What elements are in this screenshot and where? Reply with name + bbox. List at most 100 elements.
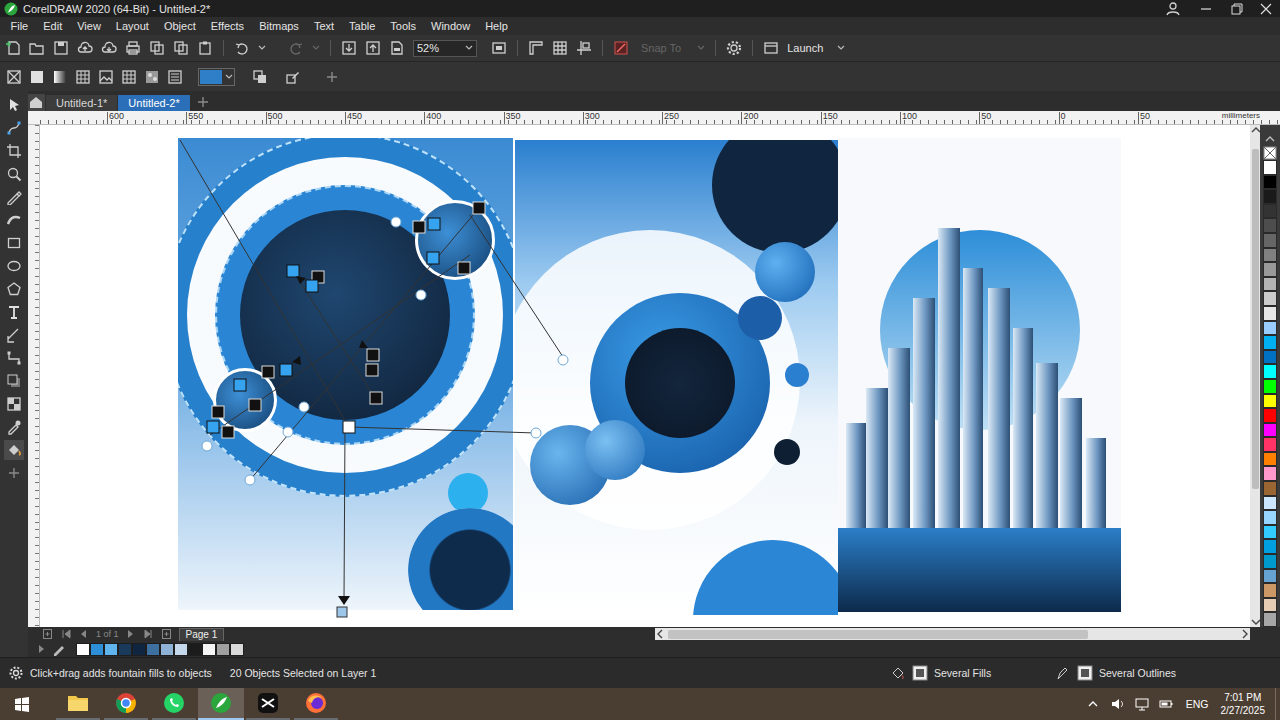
document-palette-swatch[interactable] — [104, 643, 118, 656]
zoom-tool-icon[interactable] — [6, 166, 22, 182]
add-page-icon[interactable] — [42, 628, 54, 640]
battery-icon[interactable] — [1158, 696, 1174, 712]
fill-color-picker[interactable] — [198, 68, 235, 86]
taskbar-app[interactable] — [104, 688, 148, 720]
publish-pdf-icon[interactable] — [389, 40, 405, 56]
document-palette-swatch[interactable] — [216, 643, 230, 656]
menu-item[interactable]: Table — [342, 20, 383, 32]
document-palette-swatch[interactable] — [174, 643, 188, 656]
palette-swatch[interactable] — [1263, 218, 1277, 233]
grid-icon[interactable] — [552, 40, 568, 56]
palette-swatch[interactable] — [1263, 364, 1277, 379]
palette-swatch[interactable] — [1263, 306, 1277, 321]
launch-dropdown-icon[interactable] — [837, 44, 845, 52]
vertical-scrollbar[interactable] — [1250, 125, 1260, 627]
palette-swatch[interactable] — [1263, 539, 1277, 554]
menu-item[interactable]: File — [3, 20, 36, 32]
edit-fill-icon[interactable] — [285, 69, 301, 85]
palette-swatch[interactable] — [1263, 423, 1277, 438]
add-tool-icon[interactable] — [6, 465, 22, 481]
menu-item[interactable]: Object — [156, 20, 203, 32]
launch-icon[interactable] — [763, 40, 779, 56]
document-palette-swatch[interactable] — [160, 643, 174, 656]
fill-color-dropdown-icon[interactable] — [225, 73, 233, 81]
pick-tool-icon[interactable] — [6, 97, 22, 113]
new-tab-icon[interactable] — [195, 94, 211, 110]
palette-swatch[interactable] — [1263, 394, 1277, 409]
document-palette-swatch[interactable] — [76, 643, 90, 656]
palette-swatch[interactable] — [1263, 189, 1277, 204]
undo-dropdown-icon[interactable] — [258, 44, 266, 52]
palette-swatch[interactable] — [1263, 160, 1277, 175]
palette-menu-icon[interactable] — [36, 643, 48, 655]
first-page-icon[interactable] — [60, 628, 72, 640]
volume-icon[interactable] — [1110, 696, 1126, 712]
menu-item[interactable]: Edit — [36, 20, 70, 32]
palette-swatch[interactable] — [1263, 408, 1277, 423]
palette-swatch[interactable] — [1263, 291, 1277, 306]
palette-swatch[interactable] — [1263, 175, 1277, 190]
poster-image-2[interactable] — [515, 140, 838, 615]
artistic-media-icon[interactable] — [6, 212, 22, 228]
menu-item[interactable]: Window — [424, 20, 478, 32]
account-icon[interactable] — [1165, 1, 1181, 17]
page-tab[interactable]: Page 1 — [179, 628, 225, 641]
document-palette-swatch[interactable] — [202, 643, 216, 656]
fill-swatch-icon[interactable] — [912, 665, 928, 681]
previous-page-icon[interactable] — [78, 628, 90, 640]
network-icon[interactable] — [1134, 696, 1150, 712]
crop-tool-icon[interactable] — [6, 143, 22, 159]
taskbar-app[interactable] — [198, 688, 244, 720]
shape-tool-icon[interactable] — [6, 120, 22, 136]
copy-icon[interactable] — [149, 40, 165, 56]
document-palette-swatch[interactable] — [146, 643, 160, 656]
outline-swatch-icon[interactable] — [1077, 665, 1093, 681]
document-palette-swatch[interactable] — [90, 643, 104, 656]
bitmap-pattern-icon[interactable] — [98, 69, 114, 85]
show-desktop[interactable] — [1275, 688, 1280, 720]
palette-swatch[interactable] — [1263, 321, 1277, 336]
taskbar-app[interactable] — [56, 688, 100, 720]
guidelines-icon[interactable] — [576, 40, 592, 56]
menu-item[interactable]: Text — [306, 20, 341, 32]
launch-button[interactable]: Launch — [787, 42, 823, 54]
palette-swatch[interactable] — [1263, 204, 1277, 219]
palette-swatch[interactable] — [1263, 350, 1277, 365]
document-palette-swatch[interactable] — [132, 643, 146, 656]
selection-handles[interactable] — [40, 125, 1250, 627]
freehand-tool-icon[interactable] — [6, 189, 22, 205]
palette-swatch[interactable] — [1263, 248, 1277, 263]
vector-pattern-icon[interactable] — [75, 69, 91, 85]
transparency-tool-icon[interactable] — [6, 396, 22, 412]
save-icon[interactable] — [53, 40, 69, 56]
scroll-right-icon[interactable] — [1240, 628, 1250, 640]
open-icon[interactable] — [29, 40, 45, 56]
rectangle-tool-icon[interactable] — [6, 235, 22, 251]
snap-off-icon[interactable] — [613, 40, 629, 56]
palette-swatch[interactable] — [1263, 612, 1277, 627]
palette-swatch[interactable] — [1263, 335, 1277, 350]
taskbar-app[interactable] — [246, 688, 290, 720]
palette-swatch[interactable] — [1263, 583, 1277, 598]
zoom-field[interactable]: 52% — [413, 40, 477, 57]
palette-swatch[interactable] — [1263, 466, 1277, 481]
document-palette-eyedropper-icon[interactable] — [52, 642, 66, 656]
poster-image-3[interactable] — [838, 138, 1121, 612]
rulers-icon[interactable] — [528, 40, 544, 56]
cloud-download-icon[interactable] — [101, 40, 117, 56]
next-page-icon[interactable] — [125, 628, 137, 640]
close-icon[interactable] — [1258, 1, 1274, 17]
scroll-left-icon[interactable] — [655, 628, 665, 640]
shadow-tool-icon[interactable] — [6, 373, 22, 389]
menu-item[interactable]: Effects — [203, 20, 251, 32]
connector-tool-icon[interactable] — [6, 350, 22, 366]
text-tool-icon[interactable] — [6, 304, 22, 320]
palette-swatch[interactable] — [1263, 510, 1277, 525]
status-outline[interactable]: Several Outlines — [1099, 667, 1176, 679]
fountain-fill-icon[interactable] — [52, 69, 68, 85]
no-fill-icon[interactable] — [6, 69, 22, 85]
eyedropper-tool-icon[interactable] — [6, 419, 22, 435]
document-tab[interactable]: Untitled-1* — [46, 95, 117, 111]
zoom-dropdown-icon[interactable] — [465, 44, 473, 52]
palette-swatch[interactable] — [1263, 554, 1277, 569]
